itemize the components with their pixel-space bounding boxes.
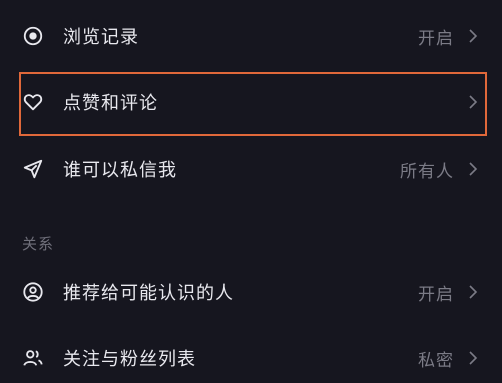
browsing-history-value: 开启 [418, 28, 454, 49]
people-icon [22, 347, 44, 369]
chevron-right-icon [466, 350, 480, 366]
who-can-message-row[interactable]: 谁可以私信我 所有人 [0, 141, 502, 197]
person-circle-icon [22, 281, 44, 303]
chevron-right-icon [466, 94, 480, 110]
heart-icon [22, 91, 44, 113]
recommend-to-contacts-value: 开启 [418, 284, 454, 305]
chevron-right-icon [466, 284, 480, 300]
relationship-section-title: 关系 [22, 235, 55, 253]
recommend-to-contacts-row[interactable]: 推荐给可能认识的人 开启 [0, 264, 502, 320]
chevron-right-icon [466, 28, 480, 44]
following-and-followers-label: 关注与粉丝列表 [63, 349, 196, 370]
who-can-message-value: 所有人 [400, 161, 454, 182]
likes-and-comments-label: 点赞和评论 [63, 93, 158, 114]
following-and-followers-value: 私密 [418, 350, 454, 371]
eye-icon [22, 25, 44, 47]
browsing-history-row[interactable]: 浏览记录 开启 [0, 8, 502, 64]
chevron-right-icon [466, 161, 480, 177]
privacy-settings-screen: 浏览记录 开启 点赞和评论 谁可以私信我 所有人 关系 推荐给可能认识的人 开启… [0, 0, 502, 383]
following-and-followers-row[interactable]: 关注与粉丝列表 私密 [0, 330, 502, 383]
browsing-history-label: 浏览记录 [63, 27, 139, 48]
recommend-to-contacts-label: 推荐给可能认识的人 [63, 283, 234, 304]
who-can-message-label: 谁可以私信我 [63, 160, 177, 181]
send-icon [22, 158, 44, 180]
likes-and-comments-row[interactable]: 点赞和评论 [0, 74, 502, 130]
